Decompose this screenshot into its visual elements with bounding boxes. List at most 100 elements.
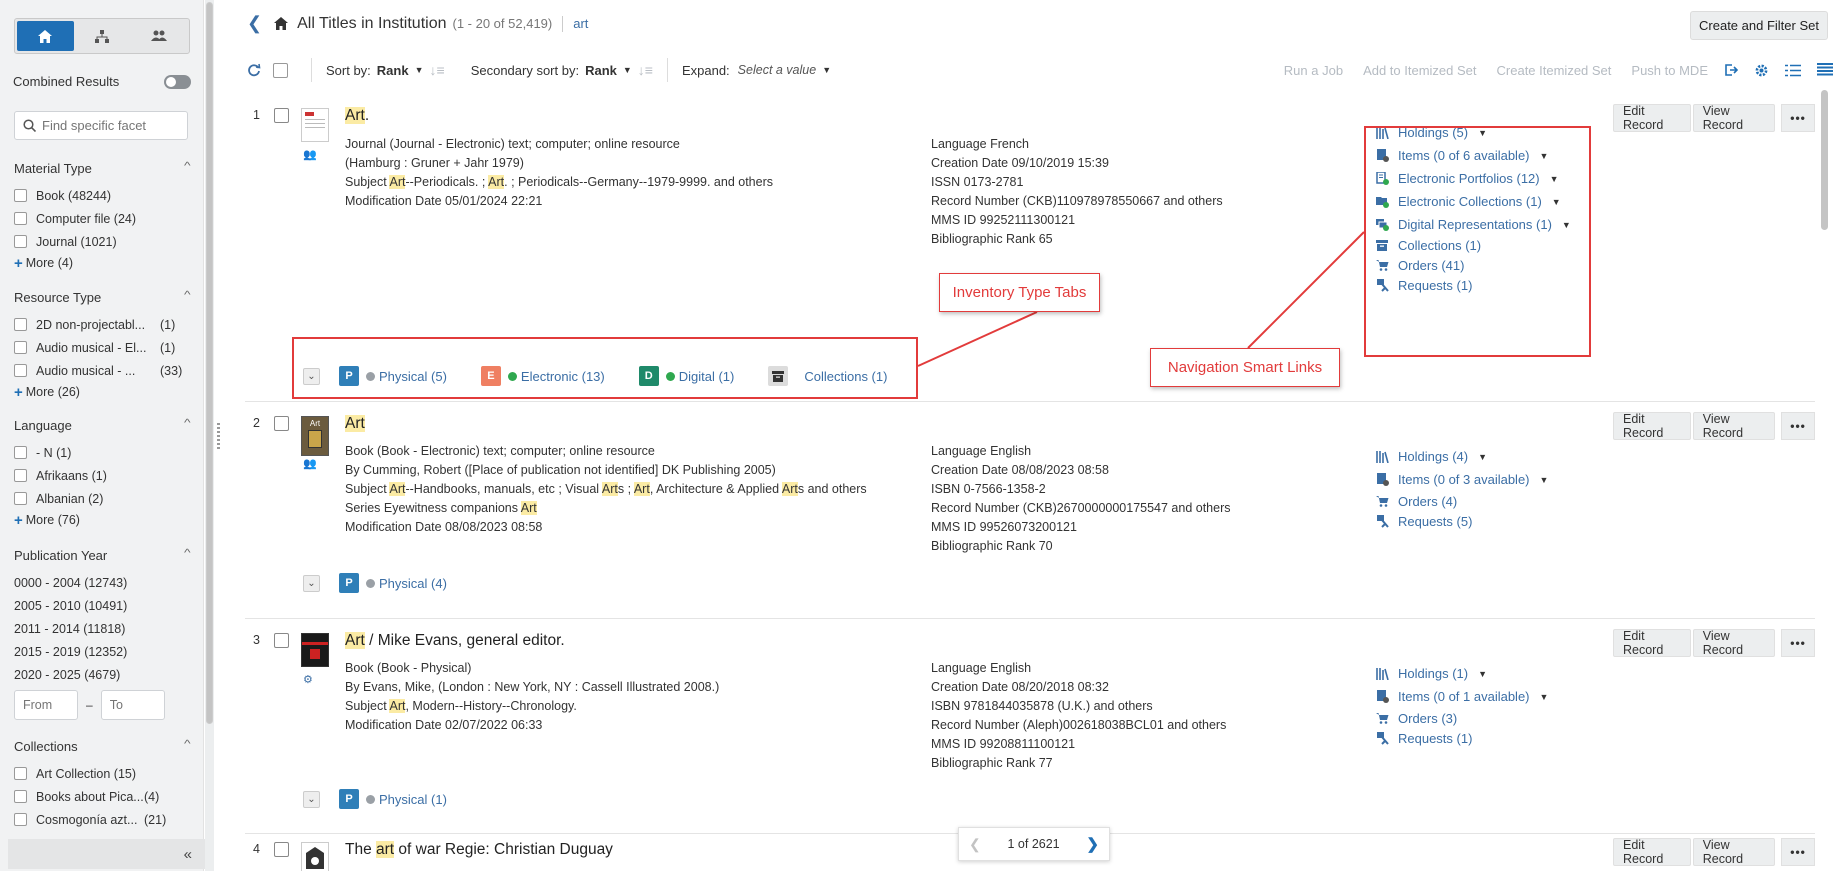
facet-search-box[interactable] bbox=[14, 111, 188, 140]
caret-down-icon[interactable]: ▼ bbox=[1540, 692, 1549, 702]
holdings-link[interactable]: Holdings (1) ▼ bbox=[1375, 662, 1548, 685]
checkbox[interactable] bbox=[14, 364, 27, 377]
collapse-caret-icon[interactable]: ^ bbox=[184, 418, 191, 433]
more-actions-button[interactable]: ••• bbox=[1781, 838, 1815, 866]
result-checkbox[interactable] bbox=[274, 108, 289, 123]
sort-direction-icon[interactable]: ↓≡ bbox=[430, 62, 445, 78]
link-label[interactable]: Requests (5) bbox=[1398, 514, 1472, 529]
link-label[interactable]: Items (0 of 1 available) bbox=[1398, 689, 1530, 704]
result-title[interactable]: Art / Mike Evans, general editor. bbox=[345, 632, 565, 650]
refresh-icon[interactable] bbox=[247, 63, 261, 77]
next-page-icon[interactable]: ❯ bbox=[1086, 835, 1099, 853]
run-job-button[interactable]: Run a Job bbox=[1284, 63, 1343, 78]
result-checkbox[interactable] bbox=[274, 416, 289, 431]
collapse-caret-icon[interactable]: ^ bbox=[184, 739, 191, 754]
facet-option[interactable]: 2D non-projectabl... (1) bbox=[14, 313, 190, 336]
list-view-icon[interactable] bbox=[1817, 63, 1833, 77]
chevron-down-icon[interactable]: ▼ bbox=[822, 65, 831, 75]
year-range-option[interactable]: 2011 - 2014 (11818) bbox=[14, 617, 190, 640]
add-to-itemized-set-button[interactable]: Add to Itemized Set bbox=[1363, 63, 1476, 78]
checkbox[interactable] bbox=[14, 492, 27, 505]
link-label[interactable]: Requests (1) bbox=[1398, 731, 1472, 746]
checkbox[interactable] bbox=[14, 318, 27, 331]
items-link[interactable]: Items (0 of 1 available) ▼ bbox=[1375, 685, 1548, 708]
compact-view-icon[interactable] bbox=[1785, 64, 1801, 77]
view-record-button[interactable]: View Record bbox=[1692, 629, 1776, 657]
facet-option[interactable]: Albanian (2) bbox=[14, 487, 190, 510]
tab-physical[interactable]: P Physical (4) bbox=[339, 573, 447, 593]
checkbox[interactable] bbox=[14, 235, 27, 248]
search-query-link[interactable]: art bbox=[573, 16, 588, 31]
year-range-option[interactable]: 2015 - 2019 (12352) bbox=[14, 640, 190, 663]
secondary-sort-select[interactable]: Rank bbox=[585, 63, 617, 78]
checkbox[interactable] bbox=[14, 767, 27, 780]
previous-page-icon[interactable]: ❮ bbox=[969, 836, 981, 853]
year-range-option[interactable]: 0000 - 2004 (12743) bbox=[14, 571, 190, 594]
facet-option[interactable]: Afrikaans (1) bbox=[14, 464, 190, 487]
year-to-input[interactable] bbox=[100, 690, 165, 720]
facet-option[interactable]: - N (1) bbox=[14, 441, 190, 464]
holdings-link[interactable]: Holdings (4) ▼ bbox=[1375, 445, 1548, 468]
collapse-caret-icon[interactable]: ^ bbox=[184, 161, 191, 176]
facet-more-link[interactable]: + More (26) bbox=[14, 382, 190, 402]
link-label[interactable]: Orders (3) bbox=[1398, 711, 1457, 726]
results-scrollbar[interactable] bbox=[1821, 90, 1828, 230]
tab-label[interactable]: Physical (1) bbox=[379, 792, 447, 807]
checkbox[interactable] bbox=[14, 790, 27, 803]
scrollbar-thumb[interactable] bbox=[206, 2, 213, 724]
select-all-checkbox[interactable] bbox=[273, 62, 288, 78]
facet-more-link[interactable]: + More (4) bbox=[14, 253, 190, 273]
link-label[interactable]: Orders (4) bbox=[1398, 494, 1457, 509]
gear-icon[interactable] bbox=[1754, 63, 1769, 78]
hierarchy-view-button[interactable] bbox=[74, 21, 131, 51]
link-label[interactable]: Holdings (1) bbox=[1398, 666, 1468, 681]
chevron-down-icon[interactable]: ▼ bbox=[623, 65, 632, 75]
items-link[interactable]: Items (0 of 3 available) ▼ bbox=[1375, 468, 1548, 491]
orders-link[interactable]: Orders (3) bbox=[1375, 708, 1548, 728]
facet-more-link[interactable]: + More (76) bbox=[14, 510, 190, 530]
push-to-mde-button[interactable]: Push to MDE bbox=[1631, 63, 1708, 78]
collapse-caret-icon[interactable]: ^ bbox=[184, 548, 191, 563]
checkbox[interactable] bbox=[14, 813, 27, 826]
chevron-down-icon[interactable]: ▼ bbox=[415, 65, 424, 75]
view-record-button[interactable]: View Record bbox=[1692, 412, 1776, 440]
sort-by-select[interactable]: Rank bbox=[377, 63, 409, 78]
facet-option[interactable]: Cosmogonía azt... (21) bbox=[14, 808, 190, 831]
more-actions-button[interactable]: ••• bbox=[1781, 412, 1815, 440]
checkbox[interactable] bbox=[14, 469, 27, 482]
checkbox[interactable] bbox=[14, 446, 27, 459]
back-arrow-icon[interactable]: ❮ bbox=[247, 13, 262, 34]
facet-option[interactable]: Audio musical - El... (1) bbox=[14, 336, 190, 359]
users-view-button[interactable] bbox=[130, 21, 187, 51]
collapse-caret-icon[interactable]: ^ bbox=[184, 290, 191, 305]
orders-link[interactable]: Orders (4) bbox=[1375, 491, 1548, 511]
year-range-option[interactable]: 2020 - 2025 (4679) bbox=[14, 663, 190, 686]
result-title[interactable]: Art. bbox=[345, 107, 369, 125]
facet-option[interactable]: Books about Pica... (4) bbox=[14, 785, 190, 808]
caret-down-icon[interactable]: ▼ bbox=[1478, 452, 1487, 462]
result-checkbox[interactable] bbox=[274, 633, 289, 648]
view-record-button[interactable]: View Record bbox=[1692, 104, 1776, 132]
more-actions-button[interactable]: ••• bbox=[1781, 104, 1815, 132]
checkbox[interactable] bbox=[14, 212, 27, 225]
tab-label[interactable]: Physical (4) bbox=[379, 576, 447, 591]
checkbox[interactable] bbox=[14, 341, 27, 354]
export-icon[interactable] bbox=[1724, 63, 1738, 77]
facet-option[interactable]: Audio musical - ... (33) bbox=[14, 359, 190, 382]
result-title[interactable]: Art bbox=[345, 415, 365, 433]
year-from-input[interactable] bbox=[14, 690, 78, 720]
expand-chevron-icon[interactable]: ⌄ bbox=[303, 574, 320, 592]
pane-resize-handle[interactable] bbox=[217, 423, 220, 451]
home-view-button[interactable] bbox=[17, 21, 74, 51]
facet-option[interactable]: Art Collection (15) bbox=[14, 762, 190, 785]
expand-select[interactable]: Select a value bbox=[738, 63, 817, 77]
caret-down-icon[interactable]: ▼ bbox=[1478, 669, 1487, 679]
link-label[interactable]: Holdings (4) bbox=[1398, 449, 1468, 464]
sidebar-scrollbar[interactable] bbox=[205, 0, 214, 871]
edit-record-button[interactable]: Edit Record bbox=[1613, 629, 1691, 657]
facet-search-input[interactable] bbox=[42, 118, 182, 133]
facet-option[interactable]: Computer file (24) bbox=[14, 207, 190, 230]
collapse-sidebar-button[interactable]: « bbox=[8, 839, 212, 869]
edit-record-button[interactable]: Edit Record bbox=[1613, 104, 1691, 132]
year-range-option[interactable]: 2005 - 2010 (10491) bbox=[14, 594, 190, 617]
